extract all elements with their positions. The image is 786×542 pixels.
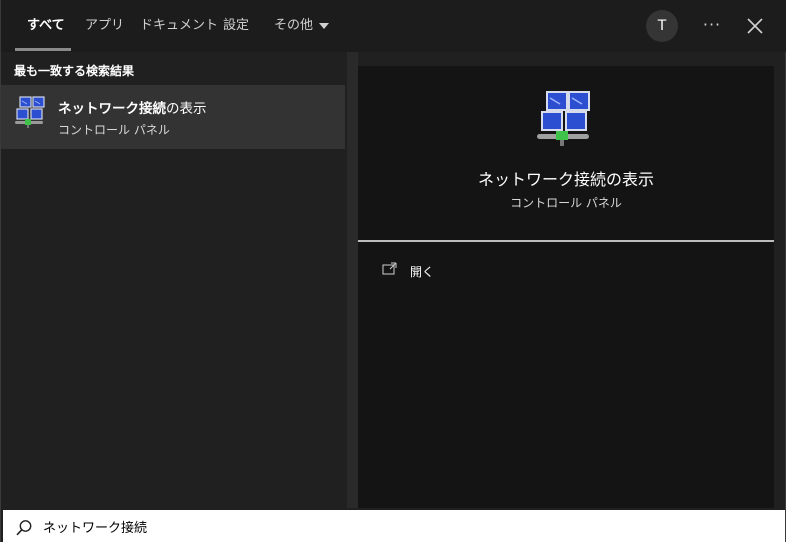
tab-documents[interactable]: ドキュメント	[140, 0, 218, 52]
preview-pane: ネットワーク接続の表示 コントロール パネル 開く	[358, 66, 774, 508]
best-match-heading: 最も一致する検索結果	[14, 64, 135, 78]
open-action-label: 開く	[410, 265, 435, 279]
top-bar: すべて アプリ ドキュメント 設定 その他 T ···	[1, 0, 786, 52]
search-input[interactable]	[43, 512, 763, 540]
close-button[interactable]	[741, 12, 769, 40]
network-connections-large-icon	[537, 91, 590, 146]
result-title-match: ネットワーク接続	[58, 101, 166, 117]
close-icon	[747, 18, 763, 34]
result-title-rest: の表示	[166, 101, 207, 117]
open-action[interactable]: 開く	[378, 260, 578, 282]
tab-settings[interactable]: 設定	[223, 0, 249, 52]
result-subtitle: コントロール パネル	[58, 123, 170, 137]
preview-separator	[358, 240, 774, 242]
results-pane: 最も一致する検索結果 ネットワーク接続の表示 コントロール パネル	[1, 52, 347, 508]
account-avatar[interactable]: T	[646, 10, 678, 42]
tab-more-filters[interactable]: その他	[274, 0, 330, 52]
preview-title: ネットワーク接続の表示	[477, 170, 654, 189]
network-connections-icon	[15, 96, 45, 128]
pane-divider	[347, 52, 358, 508]
tab-more-filters-label: その他	[274, 18, 314, 33]
open-icon	[382, 262, 397, 275]
search-window: すべて アプリ ドキュメント 設定 その他 T ··· 最も一致する検索結果 ネ…	[0, 0, 786, 542]
search-bar	[3, 510, 785, 542]
result-title: ネットワーク接続の表示	[58, 97, 207, 117]
chevron-down-icon	[319, 22, 330, 29]
tab-all[interactable]: すべて	[27, 0, 65, 52]
preview-subtitle: コントロール パネル	[510, 196, 622, 210]
tab-apps[interactable]: アプリ	[85, 0, 124, 52]
best-match-result[interactable]: ネットワーク接続の表示 コントロール パネル	[1, 85, 345, 149]
search-icon	[16, 520, 32, 536]
active-tab-indicator	[15, 48, 71, 51]
more-options-button[interactable]: ···	[698, 14, 726, 38]
